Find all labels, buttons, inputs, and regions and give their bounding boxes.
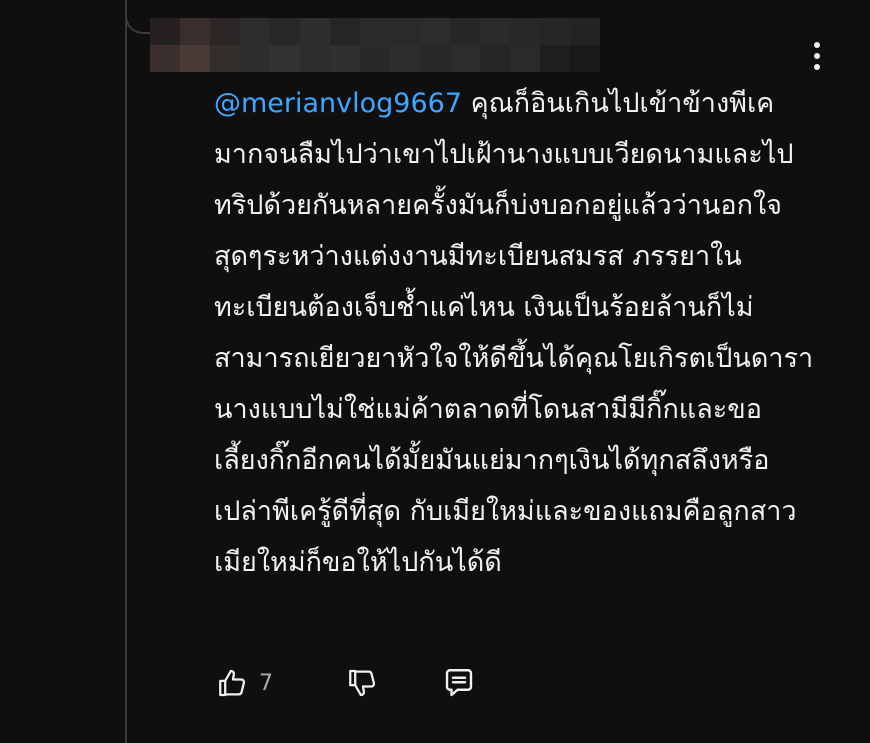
comment-content: คุณก็อินเกินไปเข้าข้างพีเคมากจนลืมไปว่าเ… (214, 88, 814, 578)
more-options-button[interactable] (806, 38, 828, 74)
thread-connector (125, 0, 151, 34)
comment-reply-view: @merianvlog9667 คุณก็อินเกินไปเข้าข้างพี… (0, 0, 870, 743)
more-vertical-icon (814, 42, 820, 70)
comment-actions: 7 (213, 662, 479, 704)
like-count: 7 (259, 670, 273, 696)
thumbs-up-icon (219, 669, 246, 697)
thread-line (125, 0, 127, 743)
mention-link[interactable]: @merianvlog9667 (214, 88, 462, 119)
comment-text: @merianvlog9667 คุณก็อินเกินไปเข้าข้างพี… (214, 78, 814, 588)
dislike-button[interactable] (343, 663, 383, 703)
redacted-author-name (150, 18, 600, 72)
like-button[interactable] (213, 663, 253, 703)
reply-button[interactable] (439, 663, 479, 703)
thumbs-down-icon (349, 669, 376, 697)
reply-comment-icon (445, 669, 473, 697)
